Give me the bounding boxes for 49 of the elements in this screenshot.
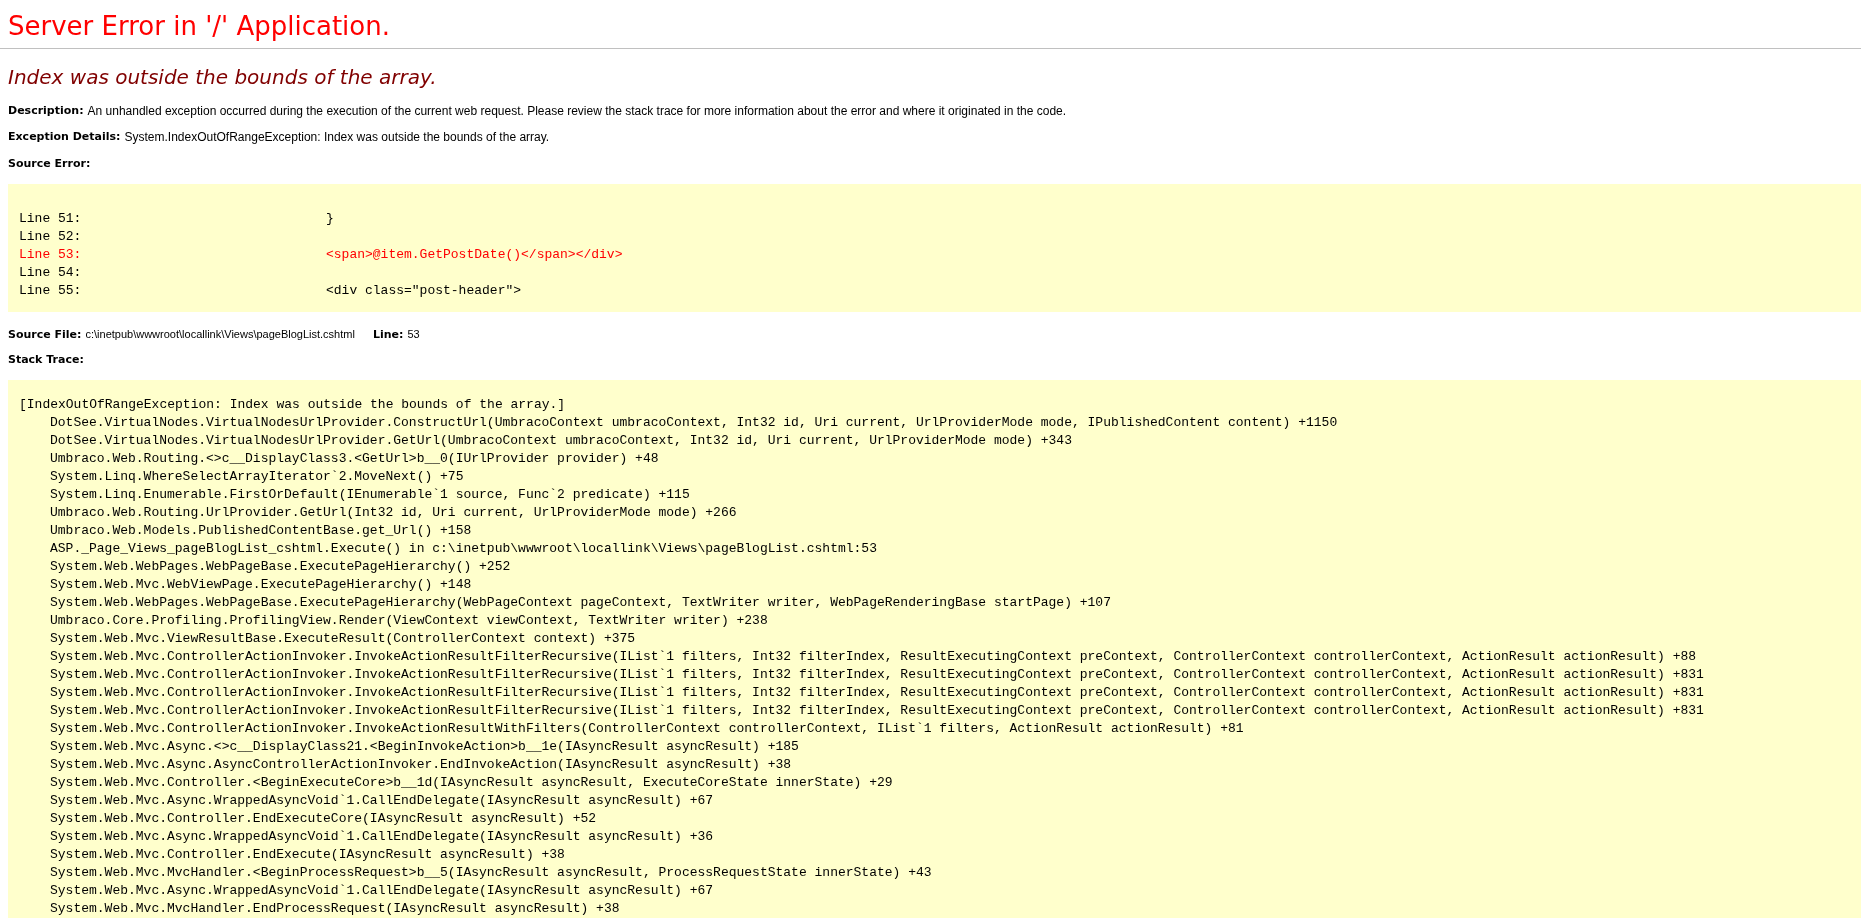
stack-frame-line: Umbraco.Web.Models.PublishedContentBase.get_Url() +158 xyxy=(50,523,472,538)
stack-frame-line: System.Web.Mvc.Controller.EndExecuteCore(IAsyncResult asyncResult) +52 xyxy=(50,811,597,826)
line-number: 53 xyxy=(407,327,420,342)
exception-details-label: Exception Details: xyxy=(8,129,121,145)
stack-frame-line: System.Web.Mvc.ControllerActionInvoker.InvokeActionResultFilterRecursive(IList`1 filters, Int32 filterIndex, ResultExecutingContext preContext, ControllerContext controllerContext, ActionResult actionResult) +831 xyxy=(50,685,1704,700)
source-file-path: c:\inetpub\wwwroot\locallink\Views\pageBlogList.cshtml xyxy=(85,327,355,342)
description-text: An unhandled exception occurred during the execution of the current web request. Please review the stack trace for more information about the error and where it originated in the code. xyxy=(87,103,1067,119)
stack-frame-line: System.Linq.WhereSelectArrayIterator`2.MoveNext() +75 xyxy=(50,469,464,484)
stack-frame-line: System.Web.Mvc.Async.AsyncControllerActionInvoker.EndInvokeAction(IAsyncResult asyncResult) +38 xyxy=(50,757,792,772)
stack-frame-line: System.Web.Mvc.WebViewPage.ExecutePageHierarchy() +148 xyxy=(50,577,472,592)
stack-frame-line: System.Web.Mvc.ControllerActionInvoker.InvokeActionResultWithFilters(ControllerContext controllerContext, IList`1 filters, ActionResult actionResult) +81 xyxy=(50,721,1244,736)
stack-frame-line: System.Web.Mvc.Async.WrappedAsyncVoid`1.CallEndDelegate(IAsyncResult asyncResult) +67 xyxy=(50,883,714,898)
stack-frame-line: System.Web.Mvc.Async.WrappedAsyncVoid`1.CallEndDelegate(IAsyncResult asyncResult) +67 xyxy=(50,793,714,808)
source-code-line: <div class="post-header"> xyxy=(326,282,522,300)
source-code-line: <span>@item.GetPostDate()</span></div> xyxy=(326,246,623,264)
stack-frame-line: Umbraco.Web.Routing.UrlProvider.GetUrl(Int32 id, Uri current, UrlProviderMode mode) +266 xyxy=(50,505,737,520)
stack-frame-line: System.Web.Mvc.ControllerActionInvoker.InvokeActionResultFilterRecursive(IList`1 filters, Int32 filterIndex, ResultExecutingContext preContext, ControllerContext controllerContext, ActionResult actionResult) +88 xyxy=(50,649,1697,664)
stack-frame-line: DotSee.VirtualNodes.VirtualNodesUrlProvider.GetUrl(UmbracoContext umbracoContext, Int32 id, Uri current, UrlProviderMode mode) +343 xyxy=(50,433,1072,448)
line-number: Line 52: xyxy=(19,228,83,246)
stack-frame-line: System.Web.Mvc.Controller.EndExecute(IAsyncResult asyncResult) +38 xyxy=(50,847,565,862)
stack-trace-label: Stack Trace: xyxy=(8,353,84,366)
stack-frame-line: System.Web.Mvc.ViewResultBase.ExecuteResult(ControllerContext context) +375 xyxy=(50,631,636,646)
page-title: Server Error in '/' Application. xyxy=(8,10,391,43)
exception-line: [IndexOutOfRangeException: Index was outside the bounds of the array.] xyxy=(19,397,566,412)
error-message: Index was outside the bounds of the array. xyxy=(8,64,438,91)
source-code-line: } xyxy=(326,210,334,228)
stack-frame-line: System.Linq.Enumerable.FirstOrDefault(IEnumerable`1 source, Func`2 predicate) +115 xyxy=(50,487,690,502)
source-error-label: Source Error: xyxy=(8,157,91,170)
stack-frame-line: Umbraco.Core.Profiling.ProfilingView.Render(ViewContext viewContext, TextWriter writer) +238 xyxy=(50,613,768,628)
line-number: Line 55: xyxy=(19,282,83,300)
stack-frame-line: DotSee.VirtualNodes.VirtualNodesUrlProvider.ConstructUrl(UmbracoContext umbracoContext, Int32 id, Uri current, UrlProviderMode mode, IPublishedContent content) +1150 xyxy=(50,415,1338,430)
stack-frame-line: Umbraco.Web.Routing.<>c__DisplayClass3.<GetUrl>b__0(IUrlProvider provider) +48 xyxy=(50,451,659,466)
stack-frame-line: ASP._Page_Views_pageBlogList_cshtml.Execute() in c:\inetpub\wwwroot\locallink\Views\pageBlogList.cshtml:53 xyxy=(50,541,877,556)
stack-frame-line: System.Web.Mvc.ControllerActionInvoker.InvokeActionResultFilterRecursive(IList`1 filters, Int32 filterIndex, ResultExecutingContext preContext, ControllerContext controllerContext, ActionResult actionResult) +831 xyxy=(50,703,1704,718)
line-number: Line 54: xyxy=(19,264,83,282)
stack-frame-line: System.Web.Mvc.MvcHandler.<BeginProcessRequest>b__5(IAsyncResult asyncResult, ProcessRequestState innerState) +43 xyxy=(50,865,932,880)
stack-frame-line: System.Web.Mvc.Controller.<BeginExecuteCore>b__1d(IAsyncResult asyncResult, ExecuteCoreState innerState) +29 xyxy=(50,775,893,790)
stack-frame-line: System.Web.Mvc.MvcHandler.EndProcessRequest(IAsyncResult asyncResult) +38 xyxy=(50,901,620,916)
stack-frame-line: System.Web.WebPages.WebPageBase.ExecutePageHierarchy(WebPageContext pageContext, TextWriter writer, WebPageRenderingBase startPage) +107 xyxy=(50,595,1111,610)
description-label: Description: xyxy=(8,103,84,119)
stack-frame-line: System.Web.Mvc.Async.WrappedAsyncVoid`1.CallEndDelegate(IAsyncResult asyncResult) +36 xyxy=(50,829,714,844)
source-file-label: Source File: xyxy=(8,327,82,343)
stack-frame-line: System.Web.WebPages.WebPageBase.ExecutePageHierarchy() +252 xyxy=(50,559,511,574)
exception-details-text: System.IndexOutOfRangeException: Index was outside the bounds of the array. xyxy=(124,129,550,145)
line-number: Line 51: xyxy=(19,210,83,228)
stack-frame-line: System.Web.Mvc.Async.<>c__DisplayClass21.<BeginInvokeAction>b__1e(IAsyncResult asyncResult) +185 xyxy=(50,739,799,754)
stack-frame-line: System.Web.Mvc.ControllerActionInvoker.InvokeActionResultFilterRecursive(IList`1 filters, Int32 filterIndex, ResultExecutingContext preContext, ControllerContext controllerContext, ActionResult actionResult) +831 xyxy=(50,667,1704,682)
line-label: Line: xyxy=(372,327,404,343)
line-number: Line 53: xyxy=(19,246,83,264)
